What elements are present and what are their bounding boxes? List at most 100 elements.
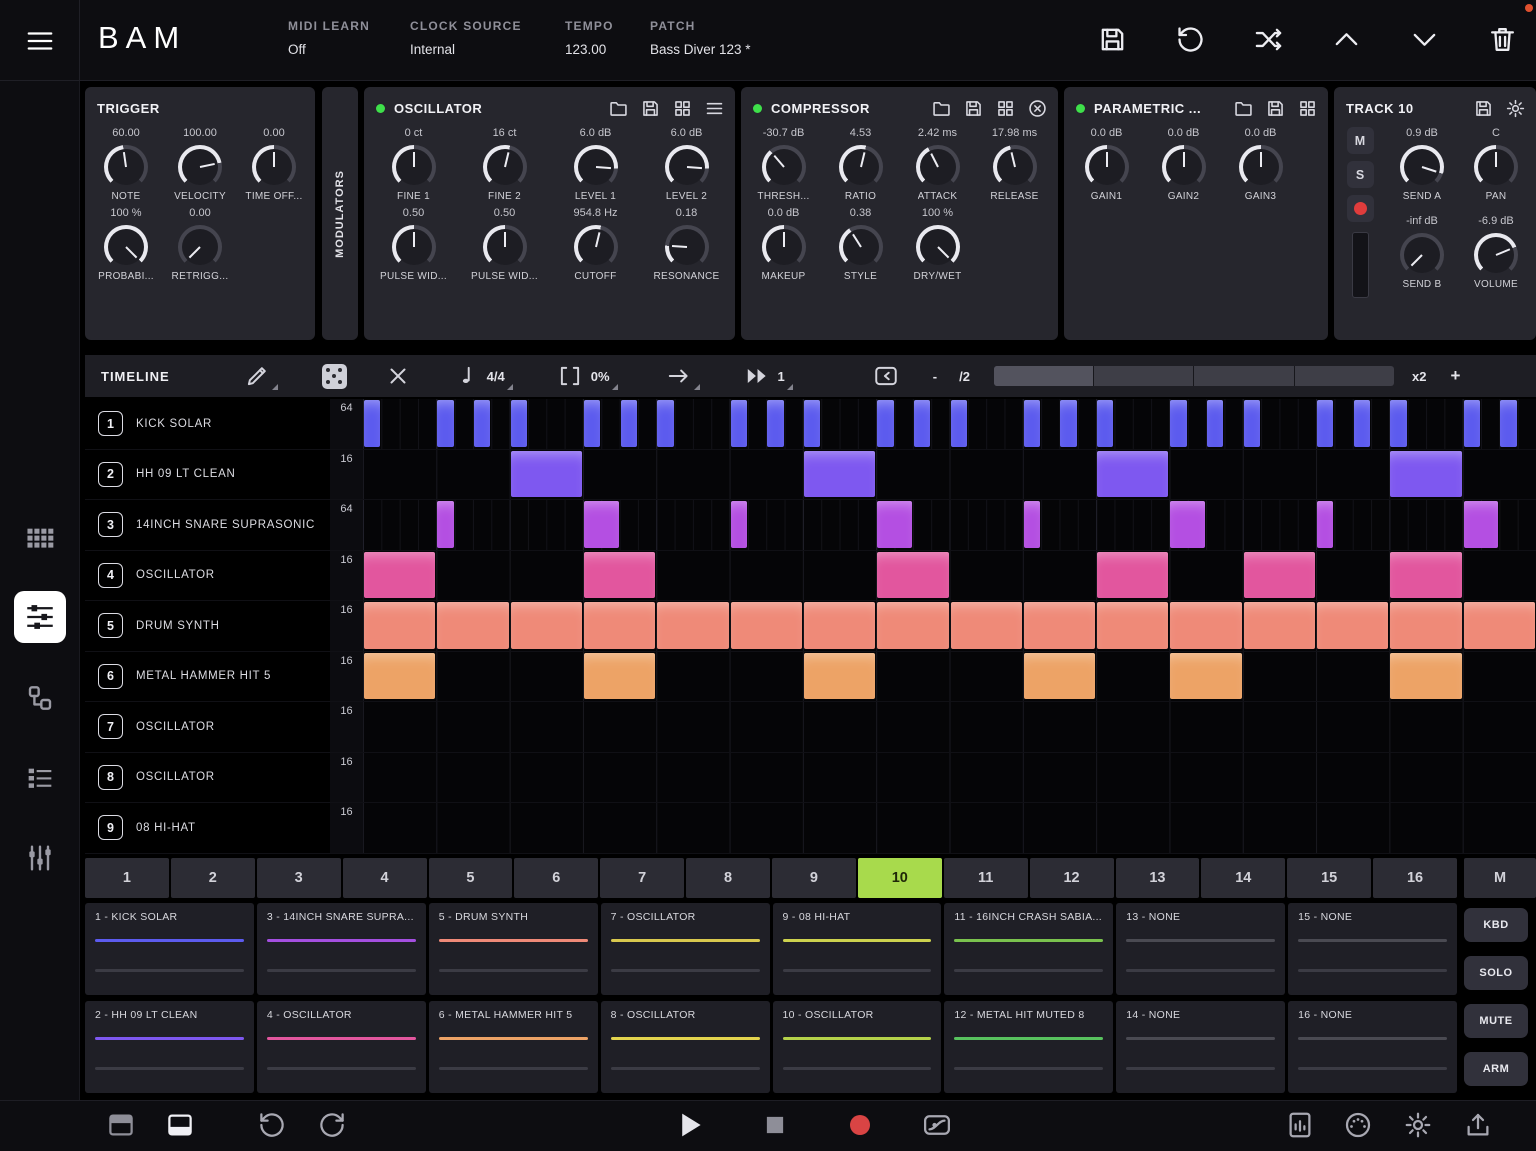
sequencer-note[interactable] [731,602,802,649]
pattern-cell-15[interactable]: 15 [1287,858,1371,898]
track-header[interactable]: 2HH 09 LT CLEAN [85,450,330,500]
knob-retrigg-[interactable]: 0.00RETRIGG... [163,207,237,282]
knob-dial[interactable] [483,225,527,269]
redo-icon[interactable] [317,1110,347,1140]
sequencer-note[interactable] [1244,602,1315,649]
sequencer-note[interactable] [364,400,380,447]
knob-send-b[interactable]: -inf dBSEND B [1384,215,1460,298]
solo-button[interactable]: S [1347,161,1374,188]
pattern-cell-6[interactable]: 6 [514,858,598,898]
track-pad[interactable]: 12 - METAL HIT MUTED 8 [944,1001,1113,1093]
sequencer-note[interactable] [1464,400,1480,447]
record-arm-button[interactable] [1347,195,1374,222]
tempo-value[interactable]: 123.00 [565,42,614,57]
knob-dial[interactable] [1085,145,1129,189]
modular-view-icon[interactable] [24,682,56,714]
pattern-cell-1[interactable]: 1 [85,858,169,898]
arm-button[interactable]: ARM [1464,1052,1528,1086]
pattern-cell-7[interactable]: 7 [600,858,684,898]
step-grid[interactable] [363,500,1536,550]
undo-icon[interactable] [257,1110,287,1140]
knob-pulse-wid-[interactable]: 0.50PULSE WID... [368,207,459,282]
track-header[interactable]: 8OSCILLATOR [85,753,330,803]
pattern-cell-8[interactable]: 8 [686,858,770,898]
sequencer-note[interactable] [1024,602,1095,649]
knob-probabi-[interactable]: 100 %PROBABI... [89,207,163,282]
automation-icon[interactable] [918,1110,956,1140]
knob-dial[interactable] [665,145,709,189]
sequencer-note[interactable] [951,400,967,447]
step-grid[interactable] [363,753,1536,803]
sequencer-note[interactable] [877,400,893,447]
modulators-tab[interactable]: MODULATORS [322,87,358,340]
midi-icon[interactable] [1343,1110,1373,1140]
sequencer-note[interactable] [474,400,490,447]
sequencer-note[interactable] [511,451,582,498]
pattern-cell-2[interactable]: 2 [171,858,255,898]
sequencer-note[interactable] [1244,552,1315,599]
sequencer-note[interactable] [584,501,619,548]
export-icon[interactable] [1463,1110,1493,1140]
solo-button[interactable]: SOLO [1464,956,1528,990]
track-pad[interactable]: 16 - NONE [1288,1001,1457,1093]
knob-dry-wet[interactable]: 100 %DRY/WET [899,207,976,282]
dice-icon[interactable] [322,364,347,389]
sequencer-note[interactable] [1024,501,1040,548]
step-resolution[interactable]: 16 [330,753,363,803]
step-resolution[interactable]: 64 [330,500,363,550]
sequencer-note[interactable] [877,501,912,548]
step-resolution[interactable]: 16 [330,652,363,702]
knob-dial[interactable] [1162,145,1206,189]
sequencer-note[interactable] [511,602,582,649]
sequencer-note[interactable] [1060,400,1076,447]
sequencer-note[interactable] [437,400,453,447]
save-icon[interactable] [1265,98,1286,119]
repeat-control[interactable]: 1 [744,363,785,389]
grid4-icon[interactable] [995,98,1016,119]
sequencer-note[interactable] [804,602,875,649]
track-pad[interactable]: 8 - OSCILLATOR [601,1001,770,1093]
sequencer-note[interactable] [437,602,508,649]
knob-level-2[interactable]: 6.0 dBLEVEL 2 [641,127,732,202]
sequencer-note[interactable] [1170,653,1241,700]
track-pad[interactable]: 14 - NONE [1116,1001,1285,1093]
step-grid[interactable] [363,803,1536,853]
sequencer-note[interactable] [1390,602,1461,649]
trash-icon[interactable] [1487,24,1518,55]
time-signature-control[interactable]: 4/4 [453,363,505,389]
knob-dial[interactable] [483,145,527,189]
sequencer-note[interactable] [767,400,783,447]
sequencer-note[interactable] [1390,552,1461,599]
sequencer-note[interactable] [1390,400,1406,447]
audio-file-icon[interactable] [1285,1110,1315,1140]
sequencer-note[interactable] [877,602,948,649]
track-pad[interactable]: 13 - NONE [1116,903,1285,995]
knob-release[interactable]: 17.98 msRELEASE [976,127,1053,202]
track-header[interactable]: 1KICK SOLAR [85,399,330,449]
knob-dial[interactable] [762,145,806,189]
knob-dial[interactable] [762,225,806,269]
sequencer-note[interactable] [584,552,655,599]
knob-gain2[interactable]: 0.0 dBGAIN2 [1145,127,1222,202]
gear-icon[interactable] [1505,98,1526,119]
kbd-button[interactable]: KBD [1464,908,1528,942]
track-pad[interactable]: 15 - NONE [1288,903,1457,995]
sequencer-note[interactable] [1317,400,1333,447]
pattern-cell-11[interactable]: 11 [944,858,1028,898]
sequencer-note[interactable] [914,400,930,447]
pencil-icon[interactable] [244,363,270,389]
pattern-cell-5[interactable]: 5 [429,858,513,898]
sequencer-note[interactable] [1464,501,1499,548]
track-pad[interactable]: 1 - KICK SOLAR [85,903,254,995]
knob-dial[interactable] [916,145,960,189]
knob-velocity[interactable]: 100.00VELOCITY [163,127,237,202]
knob-dial[interactable] [839,225,883,269]
sequencer-note[interactable] [364,602,435,649]
sequencer-note[interactable] [364,552,435,599]
sequencer-note[interactable] [731,400,747,447]
zoom-level[interactable]: x2 [1412,369,1426,384]
sequencer-note[interactable] [1170,400,1186,447]
knob-fine-1[interactable]: 0 ctFINE 1 [368,127,459,202]
sequencer-note[interactable] [584,602,655,649]
knob-dial[interactable] [1400,145,1444,189]
